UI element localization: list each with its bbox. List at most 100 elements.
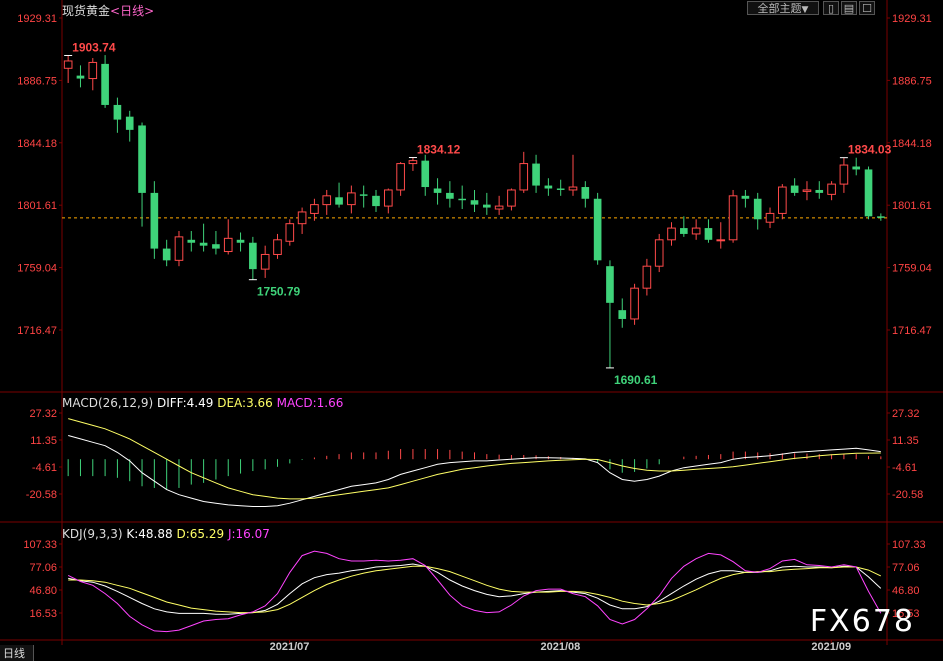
y-tick-label: 107.33 (23, 539, 57, 551)
y-tick-label: 46.80 (29, 585, 57, 597)
y-tick-label: 1886.75 (892, 75, 932, 87)
layout-multi-button[interactable]: ▤ (841, 1, 857, 15)
candle-body (778, 186, 787, 214)
candle-body (113, 104, 122, 120)
candle-body (802, 189, 812, 192)
y-tick-label: 1759.04 (892, 263, 932, 275)
bottom-tab-bar: 日线 (0, 645, 34, 661)
candle-body (383, 189, 393, 207)
candle-body (273, 239, 282, 255)
high-annotation: 1834.03 (848, 143, 892, 157)
candle-body (704, 228, 713, 240)
y-tick-label: 11.35 (892, 435, 919, 447)
kdj-k: K:48.88 (126, 527, 173, 541)
candle-body (815, 189, 824, 193)
candle-body (667, 227, 676, 241)
candle-body (839, 164, 849, 185)
theme-select[interactable]: 全部主题▼ (747, 1, 819, 15)
candle-body (728, 195, 738, 241)
macd-dea: DEA:3.66 (217, 396, 273, 410)
price-chart[interactable]: 1929.31 1929.31 1886.75 1886.75 1844.18 1844.… (0, 0, 943, 659)
y-tick-label: 1844.18 (17, 138, 57, 150)
candle-body (199, 242, 208, 246)
kdj-j-line (67, 550, 882, 633)
instrument-title: 现货黄金<日线> (62, 2, 154, 19)
x-tick-label: 2021/09 (811, 641, 851, 653)
candle-body (421, 160, 430, 188)
kdj-d-line (68, 565, 882, 614)
period-open: < (110, 4, 121, 18)
candle-body (581, 187, 590, 199)
y-tick-label: 1716.47 (892, 325, 932, 337)
x-tick-label: 2021/08 (540, 641, 580, 653)
candle-body (150, 192, 159, 249)
kdj-label: KDJ(9,3,3) (62, 527, 123, 541)
candle-body (335, 197, 343, 205)
high-annotation: 1903.74 (72, 40, 116, 54)
candle-body (212, 244, 220, 249)
y-tick-label: 1801.61 (892, 200, 932, 212)
candle-body (260, 253, 270, 270)
candle-body (606, 266, 614, 303)
fx678-watermark: FX678 (809, 604, 915, 639)
candle-body (544, 185, 553, 189)
macd-diff: DIFF:4.49 (156, 396, 214, 410)
candle-body (852, 166, 861, 170)
candle-body (458, 198, 467, 201)
candle-body (285, 223, 295, 242)
kdj-j: J:16.07 (227, 527, 270, 541)
candle-body (877, 216, 885, 218)
candle-body (765, 212, 775, 223)
candle-body (162, 248, 171, 261)
low-annotation: 1750.79 (257, 285, 301, 299)
window-button[interactable]: ☐ (859, 1, 875, 15)
y-tick-label: 1886.75 (17, 75, 57, 87)
candle-body (249, 242, 257, 270)
candle-body (76, 75, 85, 79)
macd-title: MACD(26,12,9) DIFF:4.49 DEA:3.66 MACD:1.… (62, 396, 343, 410)
macd-value: MACD:1.66 (276, 396, 344, 410)
candle-body (297, 211, 307, 225)
layout-single-button[interactable]: ▯ (823, 1, 839, 15)
instrument-name: 现货黄金 (62, 4, 111, 18)
candle-body (223, 237, 233, 253)
y-tick-label: 107.33 (892, 539, 926, 551)
period-close: > (144, 4, 155, 18)
period-label[interactable]: 日线 (120, 4, 144, 18)
single-pane-icon: ▯ (827, 2, 835, 15)
candle-body (347, 192, 356, 206)
candle-body (790, 185, 799, 193)
window-icon: ☐ (862, 2, 872, 15)
y-tick-label: 1801.61 (17, 200, 57, 212)
candle-body (482, 204, 491, 208)
y-tick-label: 27.32 (29, 408, 57, 420)
y-tick-label: 1929.31 (17, 13, 57, 25)
x-tick-label: 2021/07 (270, 641, 310, 653)
candle-body (680, 228, 688, 234)
candle-body (741, 195, 750, 199)
theme-select-label: 全部主题 (757, 2, 802, 15)
candle-body (519, 163, 529, 191)
high-annotation: 1834.12 (417, 143, 461, 157)
macd-diff-line (68, 435, 881, 507)
chevron-down-icon: ▼ (801, 5, 809, 15)
y-tick-label: 1759.04 (17, 263, 57, 275)
y-tick-label: -4.61 (892, 462, 917, 474)
candle-body (396, 163, 405, 191)
y-tick-label: 1844.18 (892, 138, 932, 150)
y-tick-label: -4.61 (32, 462, 57, 474)
kdj-title: KDJ(9,3,3) K:48.88 D:65.29 J:16.07 (62, 527, 270, 541)
candle-body (433, 188, 442, 193)
candle-body (494, 205, 504, 210)
candle-body (753, 198, 762, 220)
candle-body (556, 188, 565, 190)
candle-body (593, 198, 602, 261)
candle-body (654, 239, 664, 267)
candle-body (864, 169, 873, 217)
candle-body (174, 236, 184, 261)
candle-body (408, 160, 418, 165)
candle-body (310, 204, 319, 214)
y-tick-label: -20.58 (26, 489, 57, 501)
candle-body (101, 63, 109, 105)
candle-body (63, 60, 73, 69)
